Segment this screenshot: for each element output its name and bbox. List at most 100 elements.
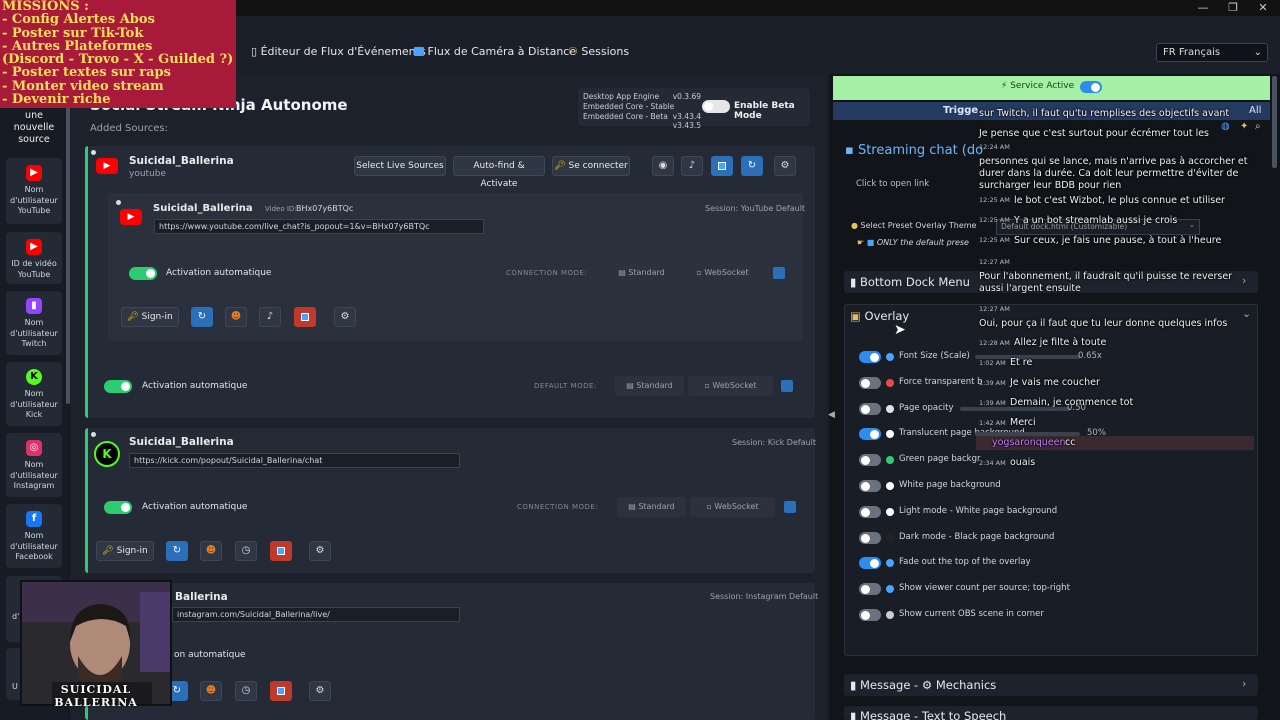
speaker-icon[interactable]: ♪ xyxy=(681,156,703,176)
stop-icon[interactable] xyxy=(270,681,292,701)
gear-icon[interactable]: ⚙ xyxy=(309,541,331,561)
chat-message: Oui, pour ça il faut que tu leur donne q… xyxy=(979,318,1228,329)
message-mechanics-section[interactable]: ▮ Message - ⚙ Mechanics › xyxy=(844,674,1258,696)
mode-standard-button[interactable]: ▤ Standard xyxy=(607,263,676,283)
clock-icon[interactable]: ◷ xyxy=(235,541,257,561)
badge-icon[interactable]: ✦ xyxy=(1240,121,1248,132)
chevron-right-icon: › xyxy=(1242,677,1247,690)
mode-websocket-button[interactable]: ▫ WebSocket xyxy=(688,376,773,396)
minimize-icon[interactable]: — xyxy=(1188,0,1218,16)
info-icon[interactable] xyxy=(784,501,796,513)
avatar-icon[interactable]: ☻ xyxy=(200,541,222,561)
tab-event-flow-editor[interactable]: ▯ Éditeur de Flux d'Événements xyxy=(251,45,426,58)
streaming-chat-title[interactable]: ▪ Streaming chat (do xyxy=(845,143,983,158)
source-url-input[interactable]: https://www.youtube.com/live_chat?is_pop… xyxy=(154,219,484,234)
overlay-option-toggle[interactable] xyxy=(859,377,881,389)
signin-button[interactable]: 🔑︎ Sign-in xyxy=(96,541,154,561)
gear-icon[interactable]: ⚙ xyxy=(334,307,356,327)
mode-label: Standard xyxy=(636,381,673,390)
chevron-down-icon[interactable]: ⌄ xyxy=(1242,307,1251,320)
service-status-bar: ⚡ Service Active xyxy=(833,76,1270,100)
black-dot-icon xyxy=(886,534,894,542)
message-tts-section[interactable]: ▮ Message - Text to Speech xyxy=(844,706,1258,720)
youtube-icon: ▶ xyxy=(120,209,142,225)
service-label: ⚡ Service Active xyxy=(1001,81,1074,91)
overlay-title[interactable]: ▣ Overlay xyxy=(850,309,909,323)
overlay-option-toggle[interactable] xyxy=(859,351,881,363)
auto-activation-toggle[interactable] xyxy=(129,267,157,280)
avatar-icon[interactable]: ☻ xyxy=(225,307,247,327)
restore-icon[interactable]: ❐ xyxy=(1218,0,1248,16)
clock-icon[interactable]: ◷ xyxy=(235,681,257,701)
auto-find-button[interactable]: Auto-find & Activate xyxy=(453,156,545,189)
tab-label: Flux de Caméra à Distance xyxy=(427,45,577,58)
search-icon[interactable]: ⌕ xyxy=(1255,121,1261,132)
mode-websocket-button[interactable]: ▫ WebSocket xyxy=(690,497,775,517)
globe-icon[interactable]: ◍ xyxy=(1221,121,1230,132)
speaker-icon[interactable]: ♪ xyxy=(259,307,281,327)
auto-activation-toggle[interactable] xyxy=(104,380,132,393)
eye-icon[interactable]: ◉ xyxy=(652,156,674,176)
stop-icon[interactable] xyxy=(270,541,292,561)
sidebar-item-youtube-username[interactable]: ▶ Nom d'utilisateur YouTube xyxy=(6,158,62,224)
overlay-option-label: Fade out the top of the overlay xyxy=(899,557,1031,567)
service-toggle[interactable] xyxy=(1080,81,1102,93)
refresh-icon[interactable]: ↻ xyxy=(166,541,188,561)
sidebar-item-instagram[interactable]: ◎ Nom d'utilisateur Instagram xyxy=(6,433,62,497)
overlay-option-toggle[interactable] xyxy=(859,532,881,544)
sidebar-item-kick[interactable]: K Nom d'utilisateur Kick xyxy=(6,362,62,426)
info-icon[interactable] xyxy=(773,267,785,279)
key-icon: 🔑︎ xyxy=(127,312,139,322)
overlay-option-toggle[interactable] xyxy=(859,557,881,569)
version-number: v3.43.5 xyxy=(672,121,701,131)
chevron-down-icon: ⌄ xyxy=(1253,47,1262,58)
auto-activation-toggle[interactable] xyxy=(104,501,132,514)
collapse-handle-icon[interactable]: ◀ xyxy=(828,410,835,424)
gear-icon[interactable]: ⚙ xyxy=(309,681,331,701)
info-icon: ■ xyxy=(866,238,875,247)
chat-timestamp: 1:39 AM xyxy=(979,399,1006,407)
beta-mode-toggle[interactable] xyxy=(702,100,730,113)
gear-icon[interactable]: ⚙ xyxy=(774,156,796,176)
overlay-option-toggle[interactable] xyxy=(859,454,881,466)
close-icon[interactable]: ✕ xyxy=(1248,0,1278,16)
overlay-option-toggle[interactable] xyxy=(859,506,881,518)
chat-message: ouais xyxy=(1010,457,1036,468)
preset-label: ● Select Preset Overlay Theme xyxy=(851,221,976,230)
overlay-option-toggle[interactable] xyxy=(859,480,881,492)
avatar-icon[interactable]: ☻ xyxy=(200,681,222,701)
add-source-button[interactable]: une nouvelle source xyxy=(8,110,60,146)
stop-icon[interactable] xyxy=(294,307,316,327)
connect-button[interactable]: 🔑︎ Se connecter xyxy=(552,156,630,176)
overlay-option-toggle[interactable] xyxy=(859,609,881,621)
overlay-option-toggle[interactable] xyxy=(859,403,881,415)
missions-overlay: MISSIONS : - Config Alertes Abos - Poste… xyxy=(0,0,236,108)
camera-icon xyxy=(414,47,424,56)
tab-sessions[interactable]: ⚇ Sessions xyxy=(568,45,629,58)
refresh-icon[interactable]: ↻ xyxy=(191,307,213,327)
source-url-input[interactable]: https://kick.com/popout/Suicidal_Balleri… xyxy=(129,453,460,468)
select-live-sources-button[interactable]: Select Live Sources xyxy=(354,156,446,176)
language-select[interactable]: FR Français ⌄ xyxy=(1156,43,1268,62)
info-icon[interactable] xyxy=(781,380,793,392)
sidebar-item-youtube-video[interactable]: ▶ ID de vidéo YouTube xyxy=(6,232,62,284)
mode-websocket-button[interactable]: ▫ WebSocket xyxy=(680,263,765,283)
sidebar-item-twitch[interactable]: ▮ Nom d'utilisateur Twitch xyxy=(6,291,62,355)
green-dot-icon xyxy=(886,456,894,464)
sidebar-item-facebook[interactable]: f Nom d'utilisateur Facebook xyxy=(6,504,62,568)
signin-button[interactable]: 🔑︎ Sign-in xyxy=(121,307,179,327)
open-link-text[interactable]: Click to open link xyxy=(856,179,929,189)
overlay-option-label: Green page backgr xyxy=(899,454,981,464)
overlay-option-toggle[interactable] xyxy=(859,428,881,440)
mode-standard-button[interactable]: ▤ Standard xyxy=(615,376,684,396)
overlay-option-toggle[interactable] xyxy=(859,583,881,595)
chat-username: yogsaronqueen xyxy=(992,437,1066,448)
dot-icon xyxy=(886,430,894,438)
chat-timestamp: 12:28 AM xyxy=(979,339,1010,347)
panel-scrollbar[interactable] xyxy=(1272,76,1277,168)
tab-remote-camera[interactable]: Flux de Caméra à Distance xyxy=(414,45,576,58)
stop-icon[interactable] xyxy=(711,156,733,176)
refresh-icon[interactable]: ↻ xyxy=(741,156,763,176)
source-url-input[interactable]: instagram.com/Suicidal_Ballerina/live/ xyxy=(172,607,460,622)
mode-standard-button[interactable]: ▤ Standard xyxy=(617,497,686,517)
